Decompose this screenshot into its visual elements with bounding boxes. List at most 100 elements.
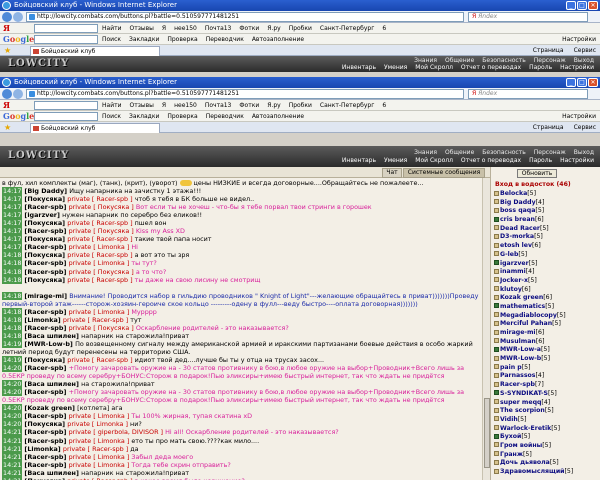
user-name[interactable]: super meqq	[500, 399, 541, 406]
message-time[interactable]: 14:17	[2, 211, 23, 220]
google-search-input[interactable]	[34, 35, 98, 44]
message-author[interactable]: [igarzver]	[24, 211, 62, 219]
private-recipients[interactable]: private [ Limonka ]	[69, 243, 132, 251]
google-toolbar-item[interactable]: Автозаполнение	[252, 113, 304, 120]
search-field-1[interactable]: Я Яndex	[468, 12, 588, 22]
message-time[interactable]: 14:21	[2, 436, 23, 445]
user-name[interactable]: Belocka	[500, 190, 527, 197]
private-recipients[interactable]: private [ giperbola, DIVISOR ]	[69, 428, 165, 436]
message-author[interactable]: [Покусяка]	[24, 420, 67, 428]
minimize-button[interactable]: _	[566, 78, 576, 87]
message-time[interactable]: 14:20	[2, 404, 23, 413]
message-time[interactable]: 14:17	[2, 203, 23, 212]
game-menu-item[interactable]: Выход	[574, 149, 594, 156]
tab-fight-club-2[interactable]: Бойцовский клуб	[30, 123, 160, 133]
message-author[interactable]: [Покусяка]	[24, 276, 67, 284]
tab-chat[interactable]: Чат	[382, 168, 402, 178]
message-time[interactable]: 14:17	[2, 235, 23, 244]
message-author[interactable]: [Racer-spb]	[24, 243, 68, 251]
maximize-button[interactable]: □	[577, 78, 587, 87]
message-time[interactable]: 14:20	[2, 364, 23, 373]
game-menu-item[interactable]: Общение	[445, 149, 474, 156]
message-author[interactable]: [Васа шпилен]	[24, 332, 81, 340]
game-menu-item[interactable]: Умения	[384, 64, 407, 71]
private-recipients[interactable]: private [ Racer-spb ]	[67, 219, 134, 227]
chat-scrollbar[interactable]	[482, 178, 490, 480]
message-author[interactable]: [Покусяка]	[24, 195, 67, 203]
message-author[interactable]: [Limonka]	[24, 316, 63, 324]
user-list-item[interactable]: MWR-Low-b[5]	[494, 355, 598, 364]
game-menu-item[interactable]: Мой Скролл	[415, 64, 453, 71]
message-time[interactable]: 14:18	[2, 307, 23, 316]
yandex-item[interactable]: Отзывы	[129, 102, 153, 109]
message-time[interactable]: 14:20	[2, 420, 23, 429]
game-menu-item[interactable]: Пароль	[529, 157, 552, 164]
user-list-item[interactable]: mirage-mi[6]	[494, 329, 598, 338]
private-recipients[interactable]: private [ Racer-spb ]	[67, 235, 134, 243]
user-list-item[interactable]: inammi[4]	[494, 268, 598, 277]
user-name[interactable]: Дочь дьявола	[500, 459, 550, 466]
favorites-star-icon[interactable]: ★	[4, 122, 11, 133]
tab-system-messages[interactable]: Системные сообщения	[403, 168, 485, 178]
private-recipients[interactable]: private [ Limonka ]	[67, 420, 130, 428]
user-name[interactable]: etosh lev	[500, 242, 532, 249]
user-name[interactable]: MWR-Low-a	[500, 346, 541, 353]
game-menu-item[interactable]: Пароль	[529, 64, 552, 71]
message-author[interactable]: [Покусяка]	[24, 219, 67, 227]
private-recipients[interactable]: private [ Limonka ]	[69, 412, 132, 420]
game-menu-item[interactable]: Умения	[384, 157, 407, 164]
user-name[interactable]: Merciful Pahan	[500, 320, 552, 327]
user-list-item[interactable]: Здравомыслящий[5]	[494, 468, 598, 477]
game-menu-item[interactable]: Безопасность	[482, 57, 526, 64]
close-button[interactable]: ✕	[588, 78, 598, 87]
user-list-item[interactable]: MWR-Low-a[5]	[494, 346, 598, 355]
yandex-item[interactable]: Фотки	[239, 25, 259, 32]
yandex-item[interactable]: Отзывы	[129, 25, 153, 32]
message-time[interactable]: 14:20	[2, 388, 23, 397]
private-recipients[interactable]: private [ Limonka ]	[69, 308, 132, 316]
google-toolbar-item[interactable]: Проверка	[167, 113, 197, 120]
message-author[interactable]: [Racer-spb]	[24, 364, 68, 372]
message-time[interactable]: 14:17	[2, 219, 23, 228]
user-list-item[interactable]: Parnassos[4]	[494, 372, 598, 381]
private-recipients[interactable]: private [ Racer-spb ]	[67, 195, 134, 203]
user-list-item[interactable]: Big Daddy[4]	[494, 199, 598, 208]
game-menu-item[interactable]: Настройки	[560, 64, 594, 71]
message-author[interactable]: [Racer-spb]	[24, 428, 68, 436]
game-menu-item[interactable]: Инвентарь	[342, 64, 376, 71]
google-search-input[interactable]	[34, 112, 98, 121]
message-time[interactable]: 14:18	[2, 251, 23, 260]
user-name[interactable]: inammi	[500, 268, 526, 275]
user-name[interactable]: Гранж	[500, 451, 523, 458]
user-list-item[interactable]: Belocka[5]	[494, 190, 598, 199]
message-author[interactable]: [Васа шпилен]	[24, 469, 81, 477]
message-author[interactable]: [Покусяка]	[24, 356, 67, 364]
back-button[interactable]	[2, 89, 12, 99]
yandex-item[interactable]: Пробки	[289, 25, 312, 32]
game-menu-item[interactable]: Выход	[574, 57, 594, 64]
message-author[interactable]: [Kozak green]	[24, 404, 77, 412]
message-time[interactable]: 14:17	[2, 187, 23, 196]
user-name[interactable]: D3-morka	[500, 233, 534, 240]
message-time[interactable]: 14:21	[2, 444, 23, 453]
yandex-item[interactable]: Фотки	[239, 102, 259, 109]
forward-button[interactable]	[13, 12, 23, 22]
game-menu-item[interactable]: Знания	[414, 57, 437, 64]
private-recipients[interactable]: private [ Покусяка ]	[69, 227, 136, 235]
message-author[interactable]: [Racer-spb]	[24, 259, 68, 267]
message-time[interactable]: 14:18	[2, 259, 23, 268]
user-name[interactable]: klutoy	[500, 286, 522, 293]
user-list-item[interactable]: Бухой[5]	[494, 433, 598, 442]
game-menu-item[interactable]: Инвентарь	[342, 157, 376, 164]
private-recipients[interactable]: private [ Покусяка ]	[69, 268, 136, 276]
user-list-item[interactable]: Dead Racer[5]	[494, 225, 598, 234]
message-time[interactable]: 14:17	[2, 195, 23, 204]
game-menu-item[interactable]: Общение	[445, 57, 474, 64]
message-author[interactable]: [Васа шпилен]	[24, 380, 81, 388]
user-name[interactable]: Racer-spb	[500, 381, 535, 388]
game-menu-item[interactable]: Настройки	[560, 157, 594, 164]
user-list-item[interactable]: Гром войны[5]	[494, 442, 598, 451]
message-time[interactable]: 14:18	[2, 267, 23, 276]
forward-button[interactable]	[13, 89, 23, 99]
user-name[interactable]: Гром войны	[500, 442, 542, 449]
